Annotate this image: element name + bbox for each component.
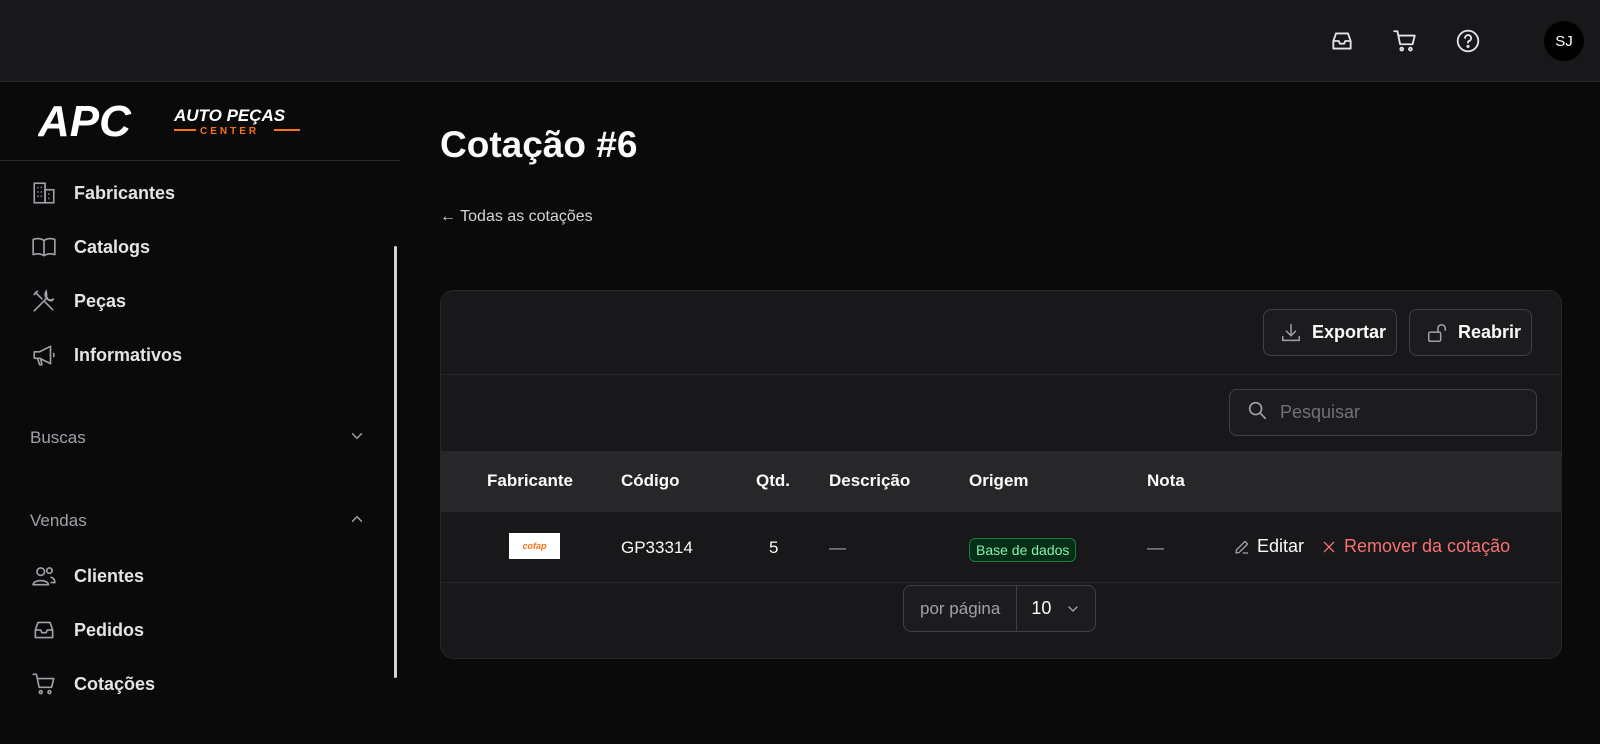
page-title: Cotação #6	[440, 124, 638, 165]
sidebar-item-clientes[interactable]: Clientes	[30, 560, 144, 592]
sidebar-item-label: Clientes	[74, 565, 145, 586]
chevron-down-icon	[348, 427, 366, 450]
svg-text:APC: APC	[38, 100, 132, 142]
cell-qty: 5	[769, 538, 779, 557]
manufacturer-logo: cofap	[509, 533, 560, 559]
avatar[interactable]: SJ	[1544, 21, 1584, 61]
cell-description: —	[829, 538, 846, 557]
col-qtd[interactable]: Qtd.	[756, 471, 790, 491]
unlock-icon	[1426, 322, 1448, 344]
help-icon[interactable]	[1451, 24, 1485, 58]
sidebar-item-pecas[interactable]: Peças	[30, 285, 126, 317]
sidebar-item-label: Fabricantes	[74, 182, 176, 203]
table-header: Fabricante Código Qtd. Descrição Origem …	[441, 451, 1561, 512]
edit-button[interactable]: Editar	[1233, 536, 1304, 557]
sidebar-scrollbar[interactable]	[394, 246, 397, 678]
remove-from-quote-button[interactable]: Remover da cotação	[1321, 536, 1510, 557]
users-icon	[30, 562, 58, 590]
col-fabricante[interactable]: Fabricante	[487, 471, 573, 491]
search-input[interactable]	[1280, 402, 1510, 423]
search-icon	[1246, 399, 1268, 426]
quote-card: Exportar Reabrir Fabricante Código Qtd. …	[440, 290, 1562, 659]
chevron-down-icon	[1065, 601, 1081, 617]
sidebar-item-label: Peças	[74, 290, 127, 311]
pencil-icon	[1233, 538, 1251, 556]
cell-code: GP33314	[621, 538, 693, 557]
wrench-icon	[30, 287, 58, 315]
per-page-value[interactable]: 10	[1017, 598, 1095, 619]
book-icon	[30, 233, 58, 261]
reopen-label: Reabrir	[1458, 322, 1522, 342]
sidebar-item-label: Informativos	[74, 344, 183, 365]
sidebar-item-fabricantes[interactable]: Fabricantes	[30, 177, 175, 209]
sidebar-item-informativos[interactable]: Informativos	[30, 339, 182, 371]
building-icon	[30, 179, 58, 207]
col-nota[interactable]: Nota	[1147, 471, 1185, 491]
col-origem[interactable]: Origem	[969, 471, 1029, 491]
col-descricao[interactable]: Descrição	[829, 471, 910, 491]
section-buscas[interactable]: Buscas	[30, 424, 366, 452]
section-label: Vendas	[30, 511, 87, 530]
table-row: cofap GP33314 5 — Base de dados — Editar…	[441, 512, 1561, 583]
svg-text:AUTO PEÇAS: AUTO PEÇAS	[173, 106, 286, 125]
download-icon	[1280, 322, 1302, 344]
section-label: Buscas	[30, 428, 86, 447]
close-icon	[1321, 539, 1337, 555]
chevron-up-icon	[348, 510, 366, 533]
cell-note: —	[1147, 538, 1164, 557]
inbox-icon[interactable]	[1325, 24, 1359, 58]
back-link[interactable]: ← Todas as cotações	[440, 208, 593, 226]
per-page-value-text: 10	[1031, 598, 1052, 618]
top-bar: SJ	[0, 0, 1600, 82]
per-page-select[interactable]: por página 10	[903, 585, 1097, 632]
brand-logo[interactable]: APC AUTO PEÇAS CENTER	[0, 82, 400, 161]
search-box[interactable]	[1229, 389, 1537, 436]
col-codigo[interactable]: Código	[621, 471, 680, 491]
divider	[441, 374, 1561, 375]
remove-label: Remover da cotação	[1344, 536, 1511, 556]
sidebar-item-catalogs[interactable]: Catalogs	[30, 231, 150, 263]
manufacturer-logo-text: cofap	[522, 541, 547, 551]
section-vendas[interactable]: Vendas	[30, 507, 366, 535]
megaphone-icon	[30, 341, 58, 369]
sidebar-item-cotacoes[interactable]: Cotações	[30, 668, 155, 700]
cart-icon	[30, 670, 58, 698]
reopen-button[interactable]: Reabrir	[1409, 309, 1532, 356]
export-label: Exportar	[1312, 322, 1387, 342]
svg-text:CENTER: CENTER	[200, 126, 259, 137]
origin-badge: Base de dados	[969, 538, 1077, 562]
sidebar-item-label: Pedidos	[74, 619, 145, 640]
sidebar-item-label: Cotações	[74, 673, 156, 694]
sidebar-item-pedidos[interactable]: Pedidos	[30, 614, 144, 646]
per-page-label: por página	[904, 586, 1018, 631]
sidebar-item-label: Catalogs	[74, 236, 151, 257]
export-button[interactable]: Exportar	[1263, 309, 1397, 356]
inbox-icon	[30, 616, 58, 644]
edit-label: Editar	[1257, 536, 1305, 556]
sidebar: APC AUTO PEÇAS CENTER Fabricantes Catalo…	[0, 82, 400, 744]
cart-icon[interactable]	[1388, 24, 1422, 58]
